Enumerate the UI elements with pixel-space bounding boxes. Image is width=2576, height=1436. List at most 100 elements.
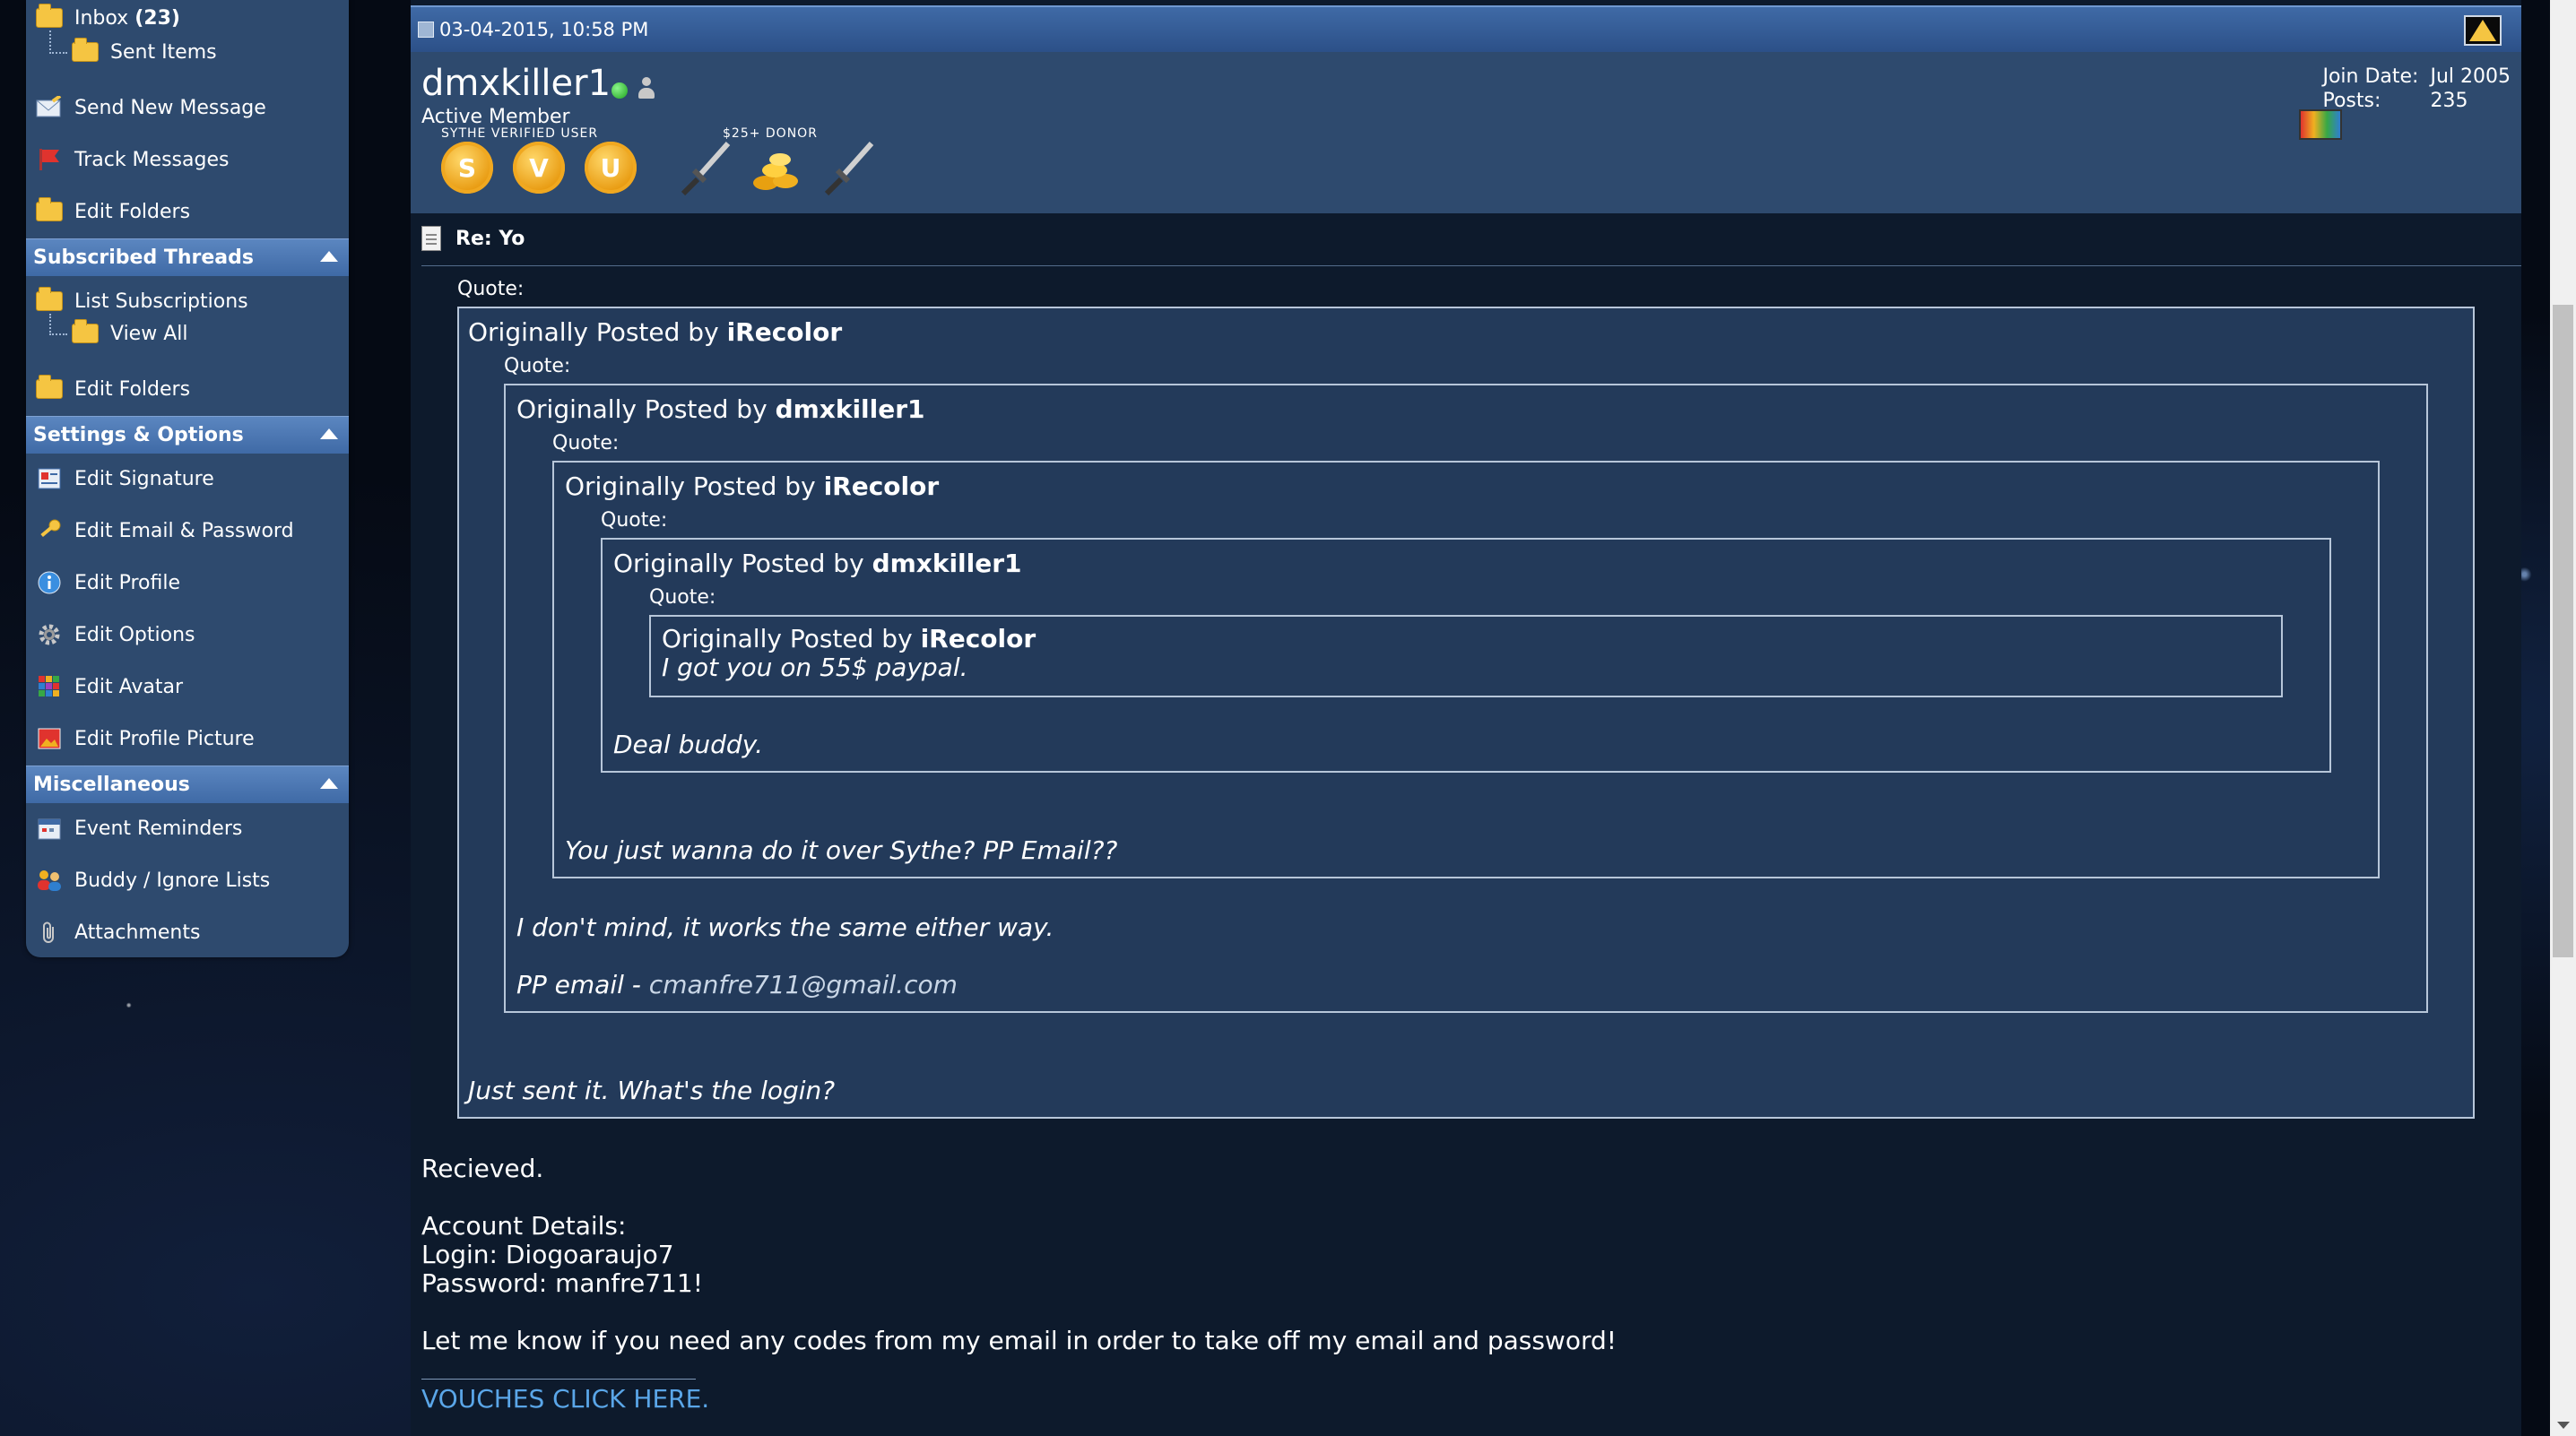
quote-header: Originally Posted by iRecolor bbox=[662, 624, 1036, 653]
quote-header: Originally Posted by dmxkiller1 bbox=[613, 549, 1022, 578]
sidebar-item-event-reminders[interactable]: Event Reminders bbox=[26, 810, 349, 846]
collapse-arrow-icon[interactable] bbox=[320, 428, 338, 439]
sidebar-item-view-all[interactable]: View All bbox=[26, 316, 349, 351]
reputation-icon[interactable] bbox=[2299, 109, 2342, 140]
sidebar-item-edit-avatar[interactable]: Edit Avatar bbox=[26, 669, 349, 705]
event-reminders-label: Event Reminders bbox=[74, 817, 243, 840]
page-scrollbar[interactable] bbox=[2550, 0, 2576, 1436]
user-stats: Join Date: Jul 2005 Posts: 235 bbox=[2322, 65, 2511, 113]
picture-icon bbox=[35, 724, 64, 753]
edit-profile-label: Edit Profile bbox=[74, 571, 181, 594]
edit-avatar-label: Edit Avatar bbox=[74, 675, 184, 698]
section-header-miscellaneous[interactable]: Miscellaneous bbox=[26, 766, 349, 803]
edit-signature-label: Edit Signature bbox=[74, 467, 214, 490]
sidebar-item-edit-profile[interactable]: Edit Profile bbox=[26, 565, 349, 601]
medal-s-icon: S bbox=[441, 142, 493, 194]
color-grid-icon bbox=[35, 672, 64, 701]
online-status-icon bbox=[611, 82, 628, 99]
quote-label: Quote: bbox=[504, 355, 571, 377]
post-body-line: Password: manfre711! bbox=[421, 1268, 703, 1298]
quote-header: Originally Posted by dmxkiller1 bbox=[516, 394, 925, 424]
folder-icon bbox=[35, 4, 64, 32]
user-profile-icon[interactable] bbox=[638, 77, 655, 100]
usercp-sidebar: Inbox (23) Sent Items Send New Message T… bbox=[26, 0, 349, 957]
sidebar-item-edit-folders-pm[interactable]: Edit Folders bbox=[26, 194, 349, 229]
collapse-arrow-icon[interactable] bbox=[320, 251, 338, 262]
badge-caption-verified: SYTHE VERIFIED USER bbox=[441, 126, 599, 141]
section-header-settings-options[interactable]: Settings & Options bbox=[26, 416, 349, 454]
folder-edit-icon bbox=[35, 197, 64, 226]
vouches-link[interactable]: VOUCHES CLICK HERE. bbox=[421, 1384, 709, 1414]
edit-profile-picture-label: Edit Profile Picture bbox=[74, 727, 255, 750]
medal-u-icon: U bbox=[585, 142, 637, 194]
medal-v-icon: V bbox=[513, 142, 565, 194]
post-body-line: Recieved. bbox=[421, 1154, 544, 1183]
section-heading: Subscribed Threads bbox=[33, 247, 254, 269]
sidebar-item-edit-signature[interactable]: Edit Signature bbox=[26, 461, 349, 497]
divider bbox=[421, 265, 2521, 266]
sidebar-item-inbox[interactable]: Inbox (23) bbox=[26, 0, 349, 36]
info-icon bbox=[35, 568, 64, 597]
edit-folders-label: Edit Folders bbox=[74, 200, 191, 223]
key-icon bbox=[35, 516, 64, 545]
quote-header: Originally Posted by iRecolor bbox=[468, 317, 843, 347]
edit-options-label: Edit Options bbox=[74, 623, 195, 646]
sent-items-label: Sent Items bbox=[110, 40, 217, 64]
users-icon bbox=[35, 866, 64, 895]
calendar-icon bbox=[35, 814, 64, 843]
sword-icon bbox=[681, 142, 731, 196]
badge-caption-donor: $25+ DONOR bbox=[723, 126, 818, 141]
post-icon bbox=[421, 226, 441, 251]
inbox-label: Inbox bbox=[74, 6, 129, 30]
post-title: Re: Yo bbox=[455, 227, 525, 250]
inbox-count: (23) bbox=[134, 6, 180, 30]
quote-text: PP email - cmanfre711@gmail.com bbox=[516, 970, 958, 999]
quote-author: iRecolor bbox=[823, 471, 940, 501]
sidebar-item-edit-profile-picture[interactable]: Edit Profile Picture bbox=[26, 721, 349, 757]
sidebar-item-edit-folders-threads[interactable]: Edit Folders bbox=[26, 371, 349, 407]
sidebar-item-attachments[interactable]: Attachments bbox=[26, 914, 349, 950]
gold-coins-icon bbox=[753, 153, 798, 190]
edit-email-password-label: Edit Email & Password bbox=[74, 519, 294, 542]
post-body-line: Account Details: bbox=[421, 1211, 627, 1241]
flag-icon bbox=[35, 145, 64, 174]
scrollbar-thumb[interactable] bbox=[2553, 305, 2573, 957]
post-header-bar: 03-04-2015, 10:58 PM bbox=[411, 5, 2521, 52]
post-userinfo: dmxkiller1 Active Member SYTHE VERIFIED … bbox=[411, 52, 2521, 213]
quote-text: Deal buddy. bbox=[613, 730, 763, 759]
quote-text: I don't mind, it works the same either w… bbox=[516, 913, 1054, 942]
section-header-subscribed-threads[interactable]: Subscribed Threads bbox=[26, 238, 349, 276]
quote-label: Quote: bbox=[649, 586, 716, 609]
post-body-line: Let me know if you need any codes from m… bbox=[421, 1326, 1617, 1355]
forum-post: 03-04-2015, 10:58 PM dmxkiller1 Active M… bbox=[411, 0, 2521, 1436]
quote-text: You just wanna do it over Sythe? PP Emai… bbox=[565, 835, 1118, 865]
join-date-value: Jul 2005 bbox=[2430, 65, 2511, 88]
section-heading: Settings & Options bbox=[33, 424, 244, 446]
signature-icon bbox=[35, 464, 64, 493]
sidebar-item-send-new-message[interactable]: Send New Message bbox=[26, 90, 349, 125]
report-post-button[interactable] bbox=[2464, 15, 2502, 46]
post-username[interactable]: dmxkiller1 bbox=[421, 63, 611, 104]
sidebar-item-buddy-ignore-lists[interactable]: Buddy / Ignore Lists bbox=[26, 862, 349, 898]
quote-text: Just sent it. What's the login? bbox=[468, 1076, 836, 1105]
signature-divider bbox=[421, 1379, 696, 1380]
paperclip-icon bbox=[35, 918, 64, 947]
email-link[interactable]: cmanfre711@gmail.com bbox=[649, 970, 958, 999]
quote-author: dmxkiller1 bbox=[872, 549, 1022, 578]
sidebar-item-edit-email-password[interactable]: Edit Email & Password bbox=[26, 513, 349, 549]
gear-icon bbox=[35, 620, 64, 649]
sidebar-item-list-subscriptions[interactable]: List Subscriptions bbox=[26, 283, 349, 319]
scroll-down-arrow-icon[interactable] bbox=[2557, 1422, 2570, 1429]
attachments-label: Attachments bbox=[74, 921, 201, 944]
warning-icon bbox=[2469, 20, 2496, 41]
envelope-pencil-icon bbox=[35, 93, 64, 122]
sidebar-item-edit-options[interactable]: Edit Options bbox=[26, 617, 349, 653]
collapse-arrow-icon[interactable] bbox=[320, 778, 338, 789]
quote-label: Quote: bbox=[552, 432, 620, 454]
folder-icon bbox=[35, 287, 64, 316]
posts-value: 235 bbox=[2430, 90, 2468, 112]
folder-icon bbox=[71, 319, 100, 348]
sidebar-item-track-messages[interactable]: Track Messages bbox=[26, 142, 349, 177]
sidebar-item-sent-items[interactable]: Sent Items bbox=[26, 34, 349, 70]
post-title-row: Re: Yo bbox=[421, 224, 525, 253]
